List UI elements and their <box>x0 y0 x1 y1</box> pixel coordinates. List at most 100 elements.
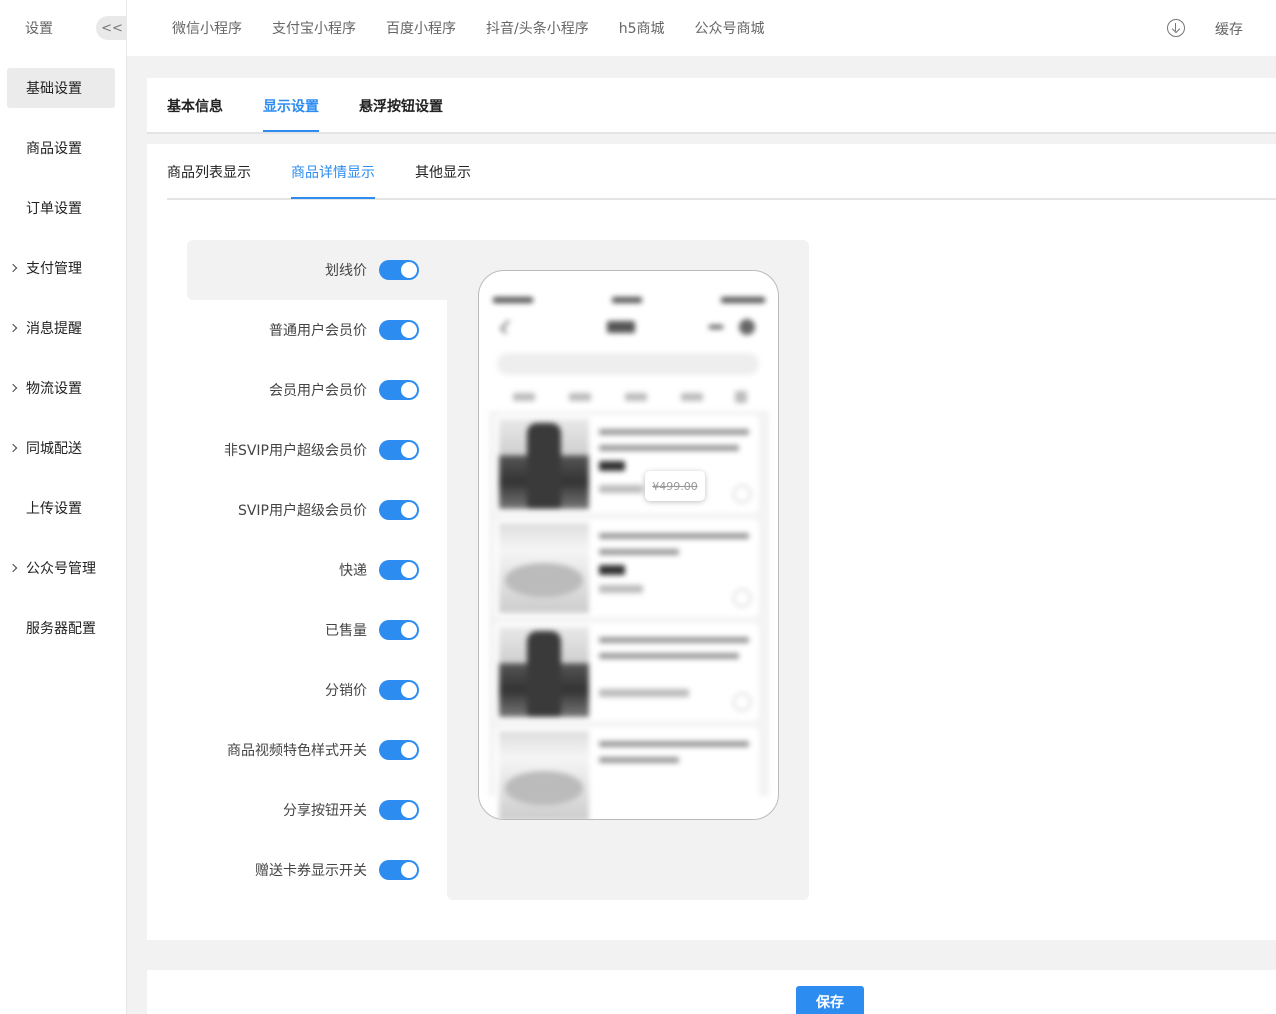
phone-filter-bar <box>489 387 769 407</box>
setting-row-distribution-price: 分销价 <box>187 660 419 720</box>
setting-label: 分销价 <box>325 683 367 699</box>
express-toggle[interactable] <box>379 560 419 580</box>
cart-icon <box>733 693 751 711</box>
primary-tabs: 基本信息 显示设置 悬浮按钮设置 <box>147 78 1276 134</box>
sidebar: 设置 基础设置 商品设置 订单设置 支付管理 消息提醒 物流设置 同城配送 上传… <box>0 0 127 1014</box>
sidebar-item-label: 物流设置 <box>26 381 82 397</box>
chevron-right-icon <box>8 443 18 453</box>
platform-tabs: 微信小程序 支付宝小程序 百度小程序 抖音/头条小程序 h5商城 公众号商城 <box>172 18 795 38</box>
sidebar-item-order-settings[interactable]: 订单设置 <box>7 188 115 228</box>
setting-label: SVIP用户超级会员价 <box>237 503 367 519</box>
sidebar-item-label: 同城配送 <box>26 441 82 457</box>
setting-row-member-price: 会员用户会员价 <box>187 360 419 420</box>
tab-float-button-settings[interactable]: 悬浮按钮设置 <box>359 96 443 116</box>
phone-screen <box>489 291 769 819</box>
cart-icon <box>733 485 751 503</box>
chevron-right-icon <box>8 383 18 393</box>
setting-row-share-button: 分享按钮开关 <box>187 780 419 840</box>
sidebar-item-label: 订单设置 <box>26 201 82 217</box>
distribution-price-toggle[interactable] <box>379 680 419 700</box>
sold-count-toggle[interactable] <box>379 620 419 640</box>
phone-preview <box>478 270 779 820</box>
sidebar-item-label: 消息提醒 <box>26 321 82 337</box>
main-panel: 基本信息 显示设置 悬浮按钮设置 商品列表显示 商品详情显示 其他显示 划线价 … <box>147 78 1276 940</box>
sidebar-item-label: 服务器配置 <box>26 621 96 637</box>
footer-bar: 保存 <box>147 970 1276 1014</box>
product-image <box>499 731 589 819</box>
setting-label: 非SVIP用户超级会员价 <box>223 443 367 459</box>
chevron-right-icon <box>8 263 18 273</box>
collapse-sidebar-button[interactable]: << <box>96 16 128 40</box>
phone-product-card <box>495 727 759 819</box>
sidebar-item-product-settings[interactable]: 商品设置 <box>7 128 115 168</box>
tab-h5-mall[interactable]: h5商城 <box>619 18 665 38</box>
share-button-toggle[interactable] <box>379 800 419 820</box>
svip-price-toggle[interactable] <box>379 500 419 520</box>
tab-divider <box>147 134 1276 144</box>
setting-row-coupon-display: 赠送卡券显示开关 <box>187 840 419 900</box>
member-price-toggle[interactable] <box>379 380 419 400</box>
sidebar-item-basic-settings[interactable]: 基础设置 <box>7 68 115 108</box>
sidebar-item-message-reminders[interactable]: 消息提醒 <box>7 308 115 348</box>
tab-baidu-miniprogram[interactable]: 百度小程序 <box>386 18 456 38</box>
tab-alipay-miniprogram[interactable]: 支付宝小程序 <box>272 18 356 38</box>
setting-row-svip-price: SVIP用户超级会员价 <box>187 480 419 540</box>
strikethrough-price-toggle[interactable] <box>379 260 419 280</box>
product-image <box>499 627 589 717</box>
sidebar-item-official-account[interactable]: 公众号管理 <box>7 548 115 588</box>
phone-product-card <box>495 415 759 513</box>
product-image <box>499 419 589 509</box>
cache-button[interactable]: 缓存 <box>1215 19 1243 39</box>
active-tab-indicator <box>263 130 319 132</box>
setting-label: 划线价 <box>325 263 367 279</box>
setting-label: 赠送卡券显示开关 <box>255 863 367 879</box>
coupon-display-toggle[interactable] <box>379 860 419 880</box>
sidebar-menu: 基础设置 商品设置 订单设置 支付管理 消息提醒 物流设置 同城配送 上传设置 … <box>0 68 126 648</box>
phone-nav-bar <box>489 319 769 339</box>
sidebar-item-label: 上传设置 <box>26 501 82 517</box>
chevron-right-icon <box>8 323 18 333</box>
sidebar-item-local-delivery[interactable]: 同城配送 <box>7 428 115 468</box>
sidebar-item-label: 支付管理 <box>26 261 82 277</box>
more-icon <box>709 325 723 329</box>
tab-other-display[interactable]: 其他显示 <box>415 162 471 182</box>
phone-product-card <box>495 519 759 617</box>
phone-product-card <box>495 623 759 721</box>
sidebar-item-server-config[interactable]: 服务器配置 <box>7 608 115 648</box>
setting-row-non-svip-price: 非SVIP用户超级会员价 <box>187 420 419 480</box>
download-icon[interactable] <box>1167 19 1185 37</box>
strikethrough-price-tooltip: ¥499.00 <box>645 471 705 501</box>
setting-row-video-style: 商品视频特色样式开关 <box>187 720 419 780</box>
setting-label: 会员用户会员价 <box>269 383 367 399</box>
tab-douyin-miniprogram[interactable]: 抖音/头条小程序 <box>486 18 589 38</box>
tab-wechat-miniprogram[interactable]: 微信小程序 <box>172 18 242 38</box>
target-icon <box>739 319 755 335</box>
tab-product-list-display[interactable]: 商品列表显示 <box>167 162 251 182</box>
setting-row-express: 快递 <box>187 540 419 600</box>
sidebar-item-label: 基础设置 <box>26 81 82 97</box>
sidebar-item-payment-management[interactable]: 支付管理 <box>7 248 115 288</box>
product-image <box>499 523 589 613</box>
sidebar-title: 设置 <box>25 21 53 37</box>
setting-row-strikethrough-price: 划线价 <box>187 240 419 300</box>
video-style-toggle[interactable] <box>379 740 419 760</box>
sidebar-item-label: 商品设置 <box>26 141 82 157</box>
top-bar: 微信小程序 支付宝小程序 百度小程序 抖音/头条小程序 h5商城 公众号商城 缓… <box>127 0 1276 56</box>
save-button[interactable]: 保存 <box>796 986 864 1014</box>
tab-display-settings[interactable]: 显示设置 <box>263 96 319 116</box>
setting-row-sold-count: 已售量 <box>187 600 419 660</box>
tab-basic-info[interactable]: 基本信息 <box>167 96 223 116</box>
secondary-tabs: 商品列表显示 商品详情显示 其他显示 <box>167 144 1276 200</box>
back-icon <box>499 319 515 335</box>
sidebar-item-logistics-settings[interactable]: 物流设置 <box>7 368 115 408</box>
tab-product-detail-display[interactable]: 商品详情显示 <box>291 162 375 182</box>
sidebar-item-upload-settings[interactable]: 上传设置 <box>7 488 115 528</box>
chevron-right-icon <box>8 563 18 573</box>
non-svip-price-toggle[interactable] <box>379 440 419 460</box>
setting-label: 普通用户会员价 <box>269 323 367 339</box>
setting-label: 已售量 <box>325 623 367 639</box>
sidebar-item-label: 公众号管理 <box>26 561 96 577</box>
tab-official-account-mall[interactable]: 公众号商城 <box>695 18 765 38</box>
regular-member-price-toggle[interactable] <box>379 320 419 340</box>
phone-search-bar <box>497 353 759 375</box>
